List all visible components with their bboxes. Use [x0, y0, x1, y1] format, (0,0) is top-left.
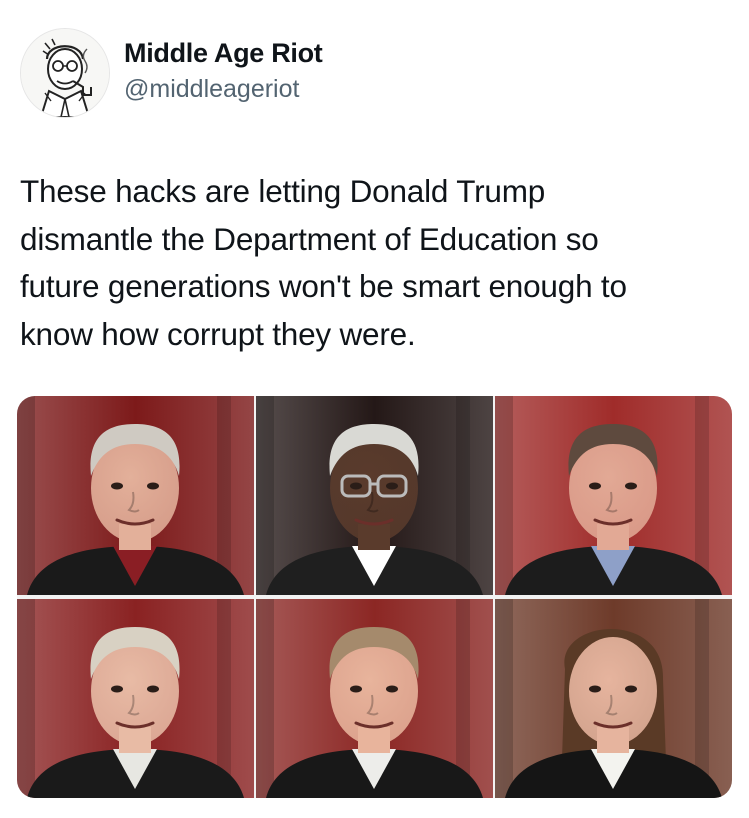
tweet-header: Middle Age Riot @middleageriot	[20, 28, 720, 118]
photo-portrait-6[interactable]	[495, 599, 732, 798]
photo-portrait-3[interactable]	[495, 396, 732, 595]
author-display-name[interactable]: Middle Age Riot	[124, 38, 323, 69]
author-handle[interactable]: @middleageriot	[124, 75, 299, 104]
tweet-text: These hacks are letting Donald Trump dis…	[20, 173, 627, 352]
photo-portrait-5[interactable]	[256, 599, 493, 798]
photo-portrait-1[interactable]	[17, 396, 254, 595]
photo-portrait-2[interactable]	[256, 396, 493, 595]
cartoon-man-with-pipe-icon	[21, 29, 109, 117]
author-avatar[interactable]	[20, 28, 110, 118]
media-photo-grid[interactable]	[17, 396, 732, 798]
photo-portrait-4[interactable]	[17, 599, 254, 798]
